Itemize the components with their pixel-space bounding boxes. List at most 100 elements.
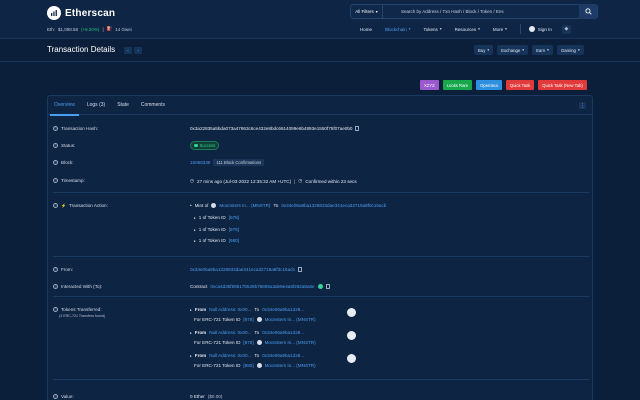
nav-tokens[interactable]: Tokens ▾: [424, 27, 442, 32]
mint-item-id-link[interactable]: [978]: [229, 215, 239, 220]
buy-menu[interactable]: Buy ▾: [474, 45, 494, 55]
mint-item-id-link[interactable]: [979]: [229, 227, 239, 232]
chevron-down-icon: ▾: [375, 9, 378, 14]
copy-icon[interactable]: [298, 267, 302, 272]
status-label: Status:: [61, 143, 76, 148]
nav-home[interactable]: Home: [360, 27, 372, 32]
copy-icon[interactable]: [355, 126, 360, 131]
help-icon[interactable]: ?: [53, 284, 58, 289]
buy-label: Buy: [478, 47, 486, 53]
help-icon[interactable]: ?: [53, 143, 58, 148]
nft-thumbnail[interactable]: [347, 308, 356, 317]
help-icon[interactable]: ?: [53, 203, 58, 208]
eth-price-link[interactable]: $1,098.58: [58, 27, 78, 32]
brand-logo[interactable]: Etherscan: [47, 6, 115, 20]
external-action-buttons: XZYZ Looks Rare OpenSea Quick Task Quick…: [420, 80, 587, 90]
tab-comments[interactable]: Comments: [141, 96, 165, 115]
transfer-to-link[interactable]: 0x34e06a9ba1328...: [262, 330, 304, 335]
value-usd: ($0.00): [207, 394, 223, 399]
tokens-sub-label: (3 ERC-721 Transfers found): [59, 314, 106, 318]
more-options-button[interactable]: ⋮: [579, 102, 586, 109]
prev-tx-button[interactable]: ‹: [124, 47, 132, 54]
opensea-label: OpenSea: [480, 82, 498, 88]
eth-price-change: (+8.20%): [81, 26, 100, 32]
block-number-link[interactable]: 15066338: [190, 160, 210, 165]
from-word: From: [194, 330, 207, 335]
tab-state[interactable]: State: [117, 96, 129, 115]
transfer-token-id-link[interactable]: [979]: [243, 340, 253, 345]
tx-pager: ‹ ›: [124, 47, 142, 54]
nft-thumbnail[interactable]: [347, 354, 356, 363]
token-icon: [211, 203, 217, 208]
copy-icon[interactable]: [325, 284, 330, 289]
eth-network-button[interactable]: ◆: [561, 24, 571, 34]
next-tx-button[interactable]: ›: [134, 47, 142, 54]
from-label: From:: [61, 267, 73, 272]
chevron-down-icon: ▾: [505, 27, 507, 31]
sign-in-link[interactable]: Sign In: [528, 26, 552, 32]
triangle-right-icon: ▸: [190, 307, 192, 312]
quick-task-label: Quick Task: [509, 82, 531, 88]
transfer-from-link[interactable]: Null Address: 0x00...: [209, 353, 251, 358]
search-filter-dropdown[interactable]: All Filters ▾: [351, 5, 383, 18]
timestamp-label-row: ? Timestamp:: [53, 178, 85, 183]
lightning-icon: ⚡: [61, 203, 66, 208]
transfer-to-link[interactable]: 0x34e06a9ba1328...: [262, 307, 304, 312]
chevron-down-icon: ▾: [439, 27, 442, 31]
transfer-token-link[interactable]: Moonsters In... (MNSTR): [265, 317, 316, 322]
nav-more[interactable]: More ▾: [493, 27, 507, 32]
tab-logs[interactable]: Logs (3): [87, 96, 105, 115]
help-icon[interactable]: ?: [53, 160, 58, 165]
tokens-label-row: ? Tokens Transferred:: [53, 307, 102, 312]
exchange-menu[interactable]: Exchange ▾: [497, 45, 529, 55]
help-icon[interactable]: ?: [53, 178, 58, 183]
transfer-token-link[interactable]: Moonsters In... (MNSTR): [265, 340, 316, 345]
chevron-down-icon: ▾: [478, 27, 480, 31]
tab-overview[interactable]: Overview: [50, 96, 79, 116]
transfer-type: For ERC-721 Token ID: [194, 317, 241, 322]
mint-item-row: ▸ 1 of Token ID [978]: [194, 215, 239, 220]
opensea-button[interactable]: OpenSea: [476, 80, 502, 90]
mint-to-address-link[interactable]: 0x34e06a9ba1328833dae341eca32719a8f0c16a…: [281, 203, 386, 208]
transfer-to-link[interactable]: 0x34e06a9ba1328...: [262, 353, 304, 358]
help-icon[interactable]: ?: [53, 126, 58, 131]
mint-item-id-link[interactable]: [980]: [229, 238, 239, 243]
from-word: From: [194, 353, 207, 358]
nav-resources[interactable]: Resources ▾: [455, 27, 480, 32]
nav-resources-label: Resources: [454, 26, 477, 32]
chevron-down-icon: ▾: [408, 27, 411, 31]
help-icon[interactable]: ?: [53, 394, 58, 399]
quick-task-new-tab-button[interactable]: Quick Task (New Tab): [538, 80, 587, 90]
section-divider: [53, 192, 589, 193]
quick-task-button[interactable]: Quick Task: [505, 80, 535, 90]
timestamp-value: 27 mins ago (Jul-03-2022 12:35:32 AM +UT…: [197, 178, 292, 184]
transfer-from-link[interactable]: Null Address: 0x00...: [209, 307, 251, 312]
transfer-token-link[interactable]: Moonsters In... (MNSTR): [265, 363, 316, 368]
mint-token-link[interactable]: Moonsters In... (MNSTR): [219, 203, 270, 208]
transfer-from-link[interactable]: Null Address: 0x00...: [209, 330, 251, 335]
mint-item-row: ▸ 1 of Token ID [979]: [194, 227, 239, 232]
status-value: Success: [199, 143, 216, 148]
confirmed-within: Confirmed within 23 secs: [305, 178, 357, 184]
from-address-link[interactable]: 0x34e06a9ba1328833dae341eca32719a8f3c16a…: [190, 267, 295, 272]
transfer-token-id-link[interactable]: [980]: [243, 363, 253, 368]
nav-blockchain[interactable]: Blockchain ▾: [385, 27, 411, 32]
looksrare-button[interactable]: Looks Rare: [442, 80, 473, 90]
nav-home-label: Home: [360, 26, 373, 32]
mint-to-label: To: [273, 203, 279, 208]
help-icon[interactable]: ?: [53, 267, 58, 272]
transfer-token-row: For ERC-721 Token ID [978] Moonsters In.…: [194, 317, 316, 322]
gas-price-link[interactable]: 14 Gwei: [115, 27, 132, 32]
nft-thumbnail[interactable]: [347, 331, 356, 340]
contract-address-link[interactable]: 0xca4d35f89517b528b78655a3de8e4a5f262a8a…: [210, 284, 314, 289]
xzyz-label: XZYZ: [424, 82, 435, 88]
search-input[interactable]: [383, 5, 579, 18]
xzyz-button[interactable]: XZYZ: [420, 80, 439, 90]
gaming-menu[interactable]: Gaming ▾: [556, 45, 584, 55]
earn-menu[interactable]: Earn ▾: [532, 45, 553, 55]
tab-overview-label: Overview: [54, 102, 75, 108]
help-icon[interactable]: ?: [53, 307, 58, 312]
transfer-from-row: ▸ From Null Address: 0x00... To 0x34e06a…: [190, 353, 304, 358]
search-button[interactable]: [579, 4, 597, 19]
transfer-token-id-link[interactable]: [978]: [243, 317, 253, 322]
